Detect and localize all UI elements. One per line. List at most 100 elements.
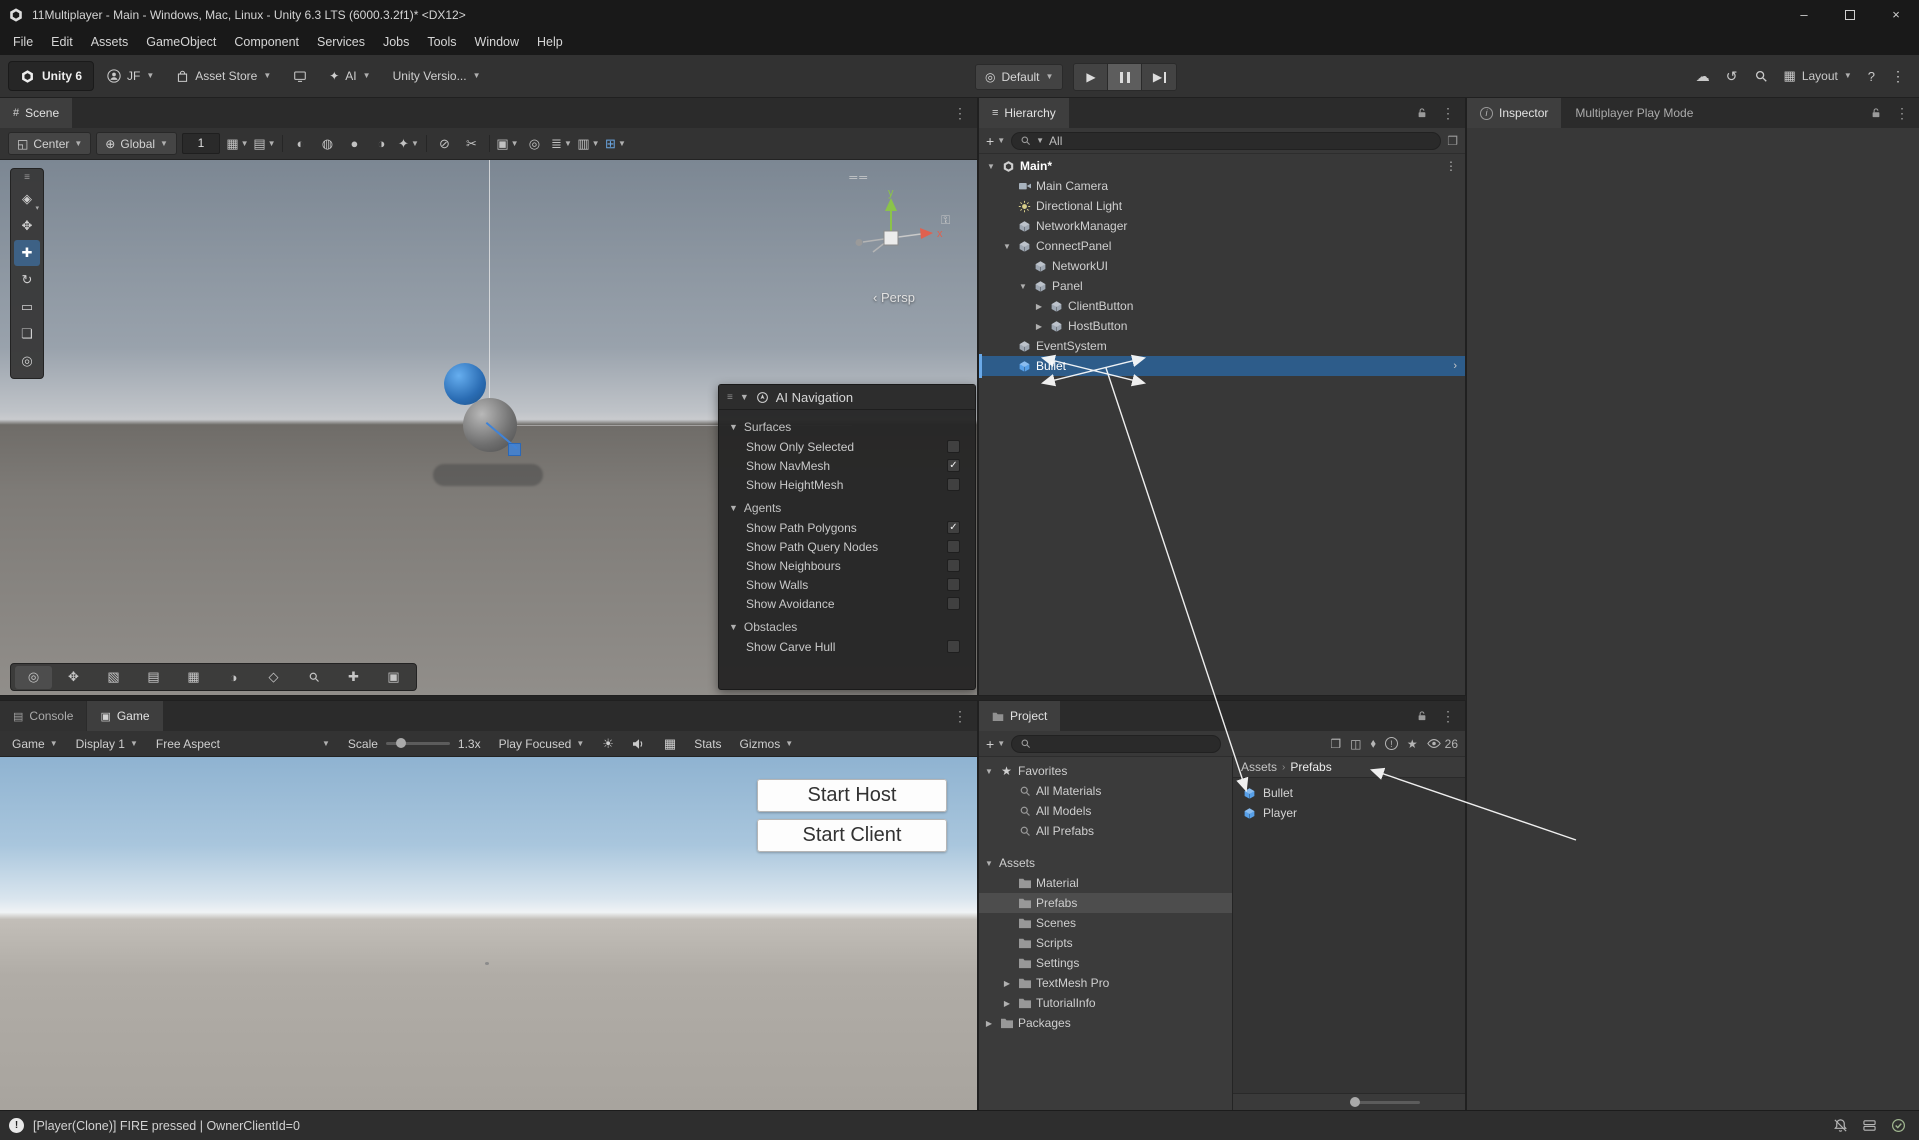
move-tool[interactable]: ✚ <box>14 240 40 266</box>
bullet-sphere[interactable] <box>444 363 486 405</box>
checkbox[interactable] <box>947 578 960 591</box>
multiplayer-window-button[interactable] <box>284 62 316 90</box>
lock-icon[interactable] <box>1416 710 1428 722</box>
hierarchy-row-networkui[interactable]: NetworkUI <box>979 256 1465 276</box>
hierarchy-row-panel[interactable]: ▼ Panel <box>979 276 1465 296</box>
menu-services[interactable]: Services <box>308 29 374 55</box>
hierarchy-row-connectpanel[interactable]: ▼ ConnectPanel <box>979 236 1465 256</box>
scale-slider-thumb[interactable] <box>395 738 406 748</box>
project-tree-scripts[interactable]: Scripts <box>979 933 1232 953</box>
snap-increment-field[interactable]: 1 <box>181 133 220 154</box>
expand-arrow-icon[interactable]: ▼ <box>983 767 995 776</box>
hierarchy-row-clientbutton[interactable]: ▶ ClientButton <box>979 296 1465 316</box>
layout-dropdown[interactable]: ▦ Layout ▼ <box>1784 68 1852 84</box>
lock-icon[interactable] <box>1416 107 1428 119</box>
scene-postfx-icon[interactable]: ◑ <box>369 132 394 155</box>
create-asset-button[interactable]: + ▼ <box>986 736 1005 752</box>
expand-arrow-icon[interactable]: ▶ <box>983 1019 995 1028</box>
help-button[interactable]: ? <box>1868 69 1875 84</box>
checkbox[interactable] <box>947 440 960 453</box>
build-profile-dropdown[interactable]: ◎ Default ▼ <box>975 64 1064 90</box>
overlays-icon[interactable]: ▣ ▼ <box>495 132 520 155</box>
scene-effects-icon[interactable]: ✦ ▼ <box>396 132 421 155</box>
menu-tools[interactable]: Tools <box>418 29 465 55</box>
hierarchy-row-main[interactable]: ▼ Main* ⋮ <box>979 156 1465 176</box>
collapse-arrow-icon[interactable]: ▼ <box>740 392 749 402</box>
checkbox[interactable] <box>947 478 960 491</box>
play-focused-dropdown[interactable]: Play Focused ▼ <box>491 734 593 754</box>
tab-game[interactable]: ▣ Game <box>87 701 163 731</box>
camera-view-icon[interactable]: ▥ ▼ <box>576 132 601 155</box>
cloud-services-button[interactable]: ☁ <box>1696 68 1710 85</box>
scene-fog-icon[interactable]: ● <box>342 132 367 155</box>
breadcrumb-assets[interactable]: Assets <box>1241 760 1277 774</box>
expand-arrow-icon[interactable]: ▼ <box>985 162 997 171</box>
search-overlay-icon[interactable] <box>295 666 332 689</box>
game-viewport[interactable]: Start Host Start Client <box>0 757 977 1110</box>
menu-file[interactable]: File <box>4 29 42 55</box>
close-button[interactable]: × <box>1873 0 1919 29</box>
play-button[interactable]: ▶ <box>1074 64 1109 90</box>
metrics-grid-icon[interactable]: ▦ <box>656 734 684 754</box>
rect-tool[interactable]: ▭ <box>14 294 40 320</box>
step-button[interactable]: ▶ <box>1142 64 1176 90</box>
stats-button[interactable]: Stats <box>686 734 729 754</box>
menu-window[interactable]: Window <box>466 29 528 55</box>
collapse-arrow-icon[interactable]: ▼ <box>729 622 738 632</box>
background-tasks-icon[interactable] <box>1891 1118 1906 1133</box>
ainav-section-surfaces[interactable]: ▼ Surfaces <box>719 416 975 437</box>
expand-arrow-icon[interactable]: ▶ <box>1033 302 1045 311</box>
ai-navigation-header[interactable]: ≡ ▼ AI Navigation <box>719 385 975 410</box>
view-tool[interactable]: ◈ ▾ <box>14 186 40 212</box>
scene-skybox-icon[interactable]: ◍ <box>315 132 340 155</box>
collapse-arrow-icon[interactable]: ▼ <box>729 422 738 432</box>
label-icon[interactable]: ⬧ <box>1370 736 1375 751</box>
hierarchy-row-directional-light[interactable]: Directional Light <box>979 196 1465 216</box>
account-button[interactable]: JF ▼ <box>98 62 163 90</box>
shapes-overlay-icon[interactable]: ◇ <box>255 666 292 689</box>
rotate-tool[interactable]: ↻ <box>14 267 40 293</box>
project-tree-all-materials[interactable]: All Materials <box>979 781 1232 801</box>
status-message[interactable]: [Player(Clone)] FIRE pressed | OwnerClie… <box>33 1119 300 1133</box>
project-search-input[interactable] <box>1011 734 1222 753</box>
project-item-player[interactable]: Player <box>1233 803 1465 823</box>
game-view-mode-dropdown[interactable]: Game ▼ <box>4 734 66 754</box>
ainav-section-agents[interactable]: ▼ Agents <box>719 497 975 518</box>
maximize-button[interactable] <box>1827 0 1873 29</box>
pause-button[interactable] <box>1108 64 1143 90</box>
project-tree-tutorialinfo[interactable]: ▶ TutorialInfo <box>979 993 1232 1013</box>
scene-viewport[interactable]: ══ ≡ ◈ ▾ ✥ ✚ ↻ ▭ ❏ ◎ ⚿ y x ‹ Persp ≡ ▼ A… <box>0 160 977 695</box>
ai-menu-button[interactable]: ✦ AI ▼ <box>320 62 379 90</box>
scene-debug-slash-icon[interactable]: ⊘ <box>432 132 457 155</box>
project-tree-all-prefabs[interactable]: All Prefabs <box>979 821 1232 841</box>
grid-overlay-icon[interactable]: ▦ <box>175 666 212 689</box>
expand-arrow-icon[interactable]: ▼ <box>1017 282 1029 291</box>
asset-store-button[interactable]: Asset Store ▼ <box>167 62 280 90</box>
checkbox[interactable]: ✓ <box>947 459 960 472</box>
ai-navigation-overlay-icon[interactable]: ◎ <box>15 665 52 689</box>
orientation-gizmo[interactable]: ⚿ y x ‹ Persp <box>829 186 959 305</box>
tab-project[interactable]: Project <box>979 701 1061 731</box>
collapse-arrow-icon[interactable]: ▼ <box>729 503 738 513</box>
tool-handle-pivot-dropdown[interactable]: ◱ Center ▼ <box>8 132 92 155</box>
checkbox[interactable] <box>947 559 960 572</box>
ainav-section-obstacles[interactable]: ▼ Obstacles <box>719 616 975 637</box>
move-gizmo-center[interactable] <box>508 443 521 456</box>
hierarchy-row-bullet[interactable]: Bullet › <box>979 354 1465 378</box>
hierarchy-row-eventsystem[interactable]: EventSystem <box>979 336 1465 356</box>
grid-axis-icon[interactable]: ⊞ ▼ <box>603 132 628 155</box>
contrast-overlay-icon[interactable]: ◑ <box>215 666 252 689</box>
breadcrumb-prefabs[interactable]: Prefabs <box>1290 760 1331 774</box>
menu-edit[interactable]: Edit <box>42 29 82 55</box>
checkbox[interactable]: ✓ <box>947 521 960 534</box>
thumbnail-zoom-slider[interactable] <box>1350 1096 1420 1107</box>
mute-audio-icon[interactable] <box>624 734 654 754</box>
search-filter-caret-icon[interactable]: ▼ <box>1036 136 1044 145</box>
project-tree-scenes[interactable]: Scenes <box>979 913 1232 933</box>
used-by-filter-icon[interactable]: ! <box>1384 737 1398 750</box>
tune-overlay-icon[interactable]: ▤ <box>135 666 172 689</box>
move-overlay-icon[interactable]: ✥ <box>55 666 92 689</box>
menu-component[interactable]: Component <box>225 29 308 55</box>
menu-gameobject[interactable]: GameObject <box>137 29 225 55</box>
cache-server-icon[interactable] <box>1862 1119 1877 1132</box>
